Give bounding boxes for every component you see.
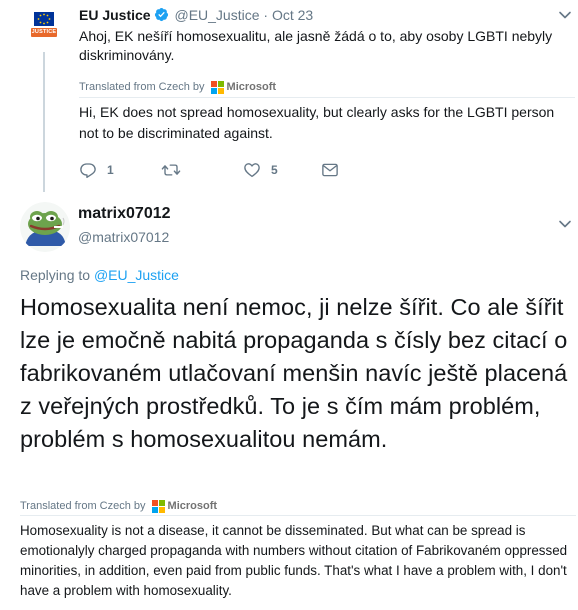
eu-flag-logo-icon bbox=[24, 6, 64, 46]
translation-divider bbox=[20, 515, 576, 516]
translation-attribution: Translated from Czech by Microsoft bbox=[20, 499, 217, 513]
reply-count: 1 bbox=[107, 163, 114, 177]
pepe-frog-avatar-icon bbox=[20, 202, 70, 252]
tweet-translation: Hi, EK does not spread homosexuality, bu… bbox=[79, 104, 555, 141]
verified-badge-icon bbox=[154, 7, 168, 22]
dm-icon bbox=[322, 163, 338, 177]
translated-from-label: Translated from Czech by bbox=[79, 81, 205, 93]
author-handle[interactable]: @matrix07012 bbox=[78, 228, 169, 246]
author-name[interactable]: matrix07012 bbox=[78, 204, 171, 224]
author-handle[interactable]: @EU_Justice bbox=[174, 7, 259, 23]
eu-justice-avatar[interactable]: JUSTICE bbox=[24, 6, 64, 46]
like-count: 5 bbox=[271, 163, 278, 177]
microsoft-logo-icon bbox=[210, 80, 224, 94]
author-name[interactable]: EU Justice bbox=[79, 7, 151, 23]
avatar-justice-label: JUSTICE bbox=[31, 29, 57, 35]
tweet-text: Ahoj, EK nešíří homosexualitu, ale jasně… bbox=[79, 28, 553, 63]
chevron-down-icon[interactable] bbox=[558, 217, 572, 231]
matrix07012-avatar[interactable] bbox=[20, 202, 70, 252]
translator-name: Microsoft bbox=[226, 81, 277, 93]
tweet-actions: 1 5 bbox=[79, 161, 379, 181]
thread-line bbox=[43, 52, 45, 192]
parent-tweet-header: EU Justice @EU_Justice · Oct 23 bbox=[79, 6, 313, 24]
tweet-text: Homosexualita není nemoc, ji nelze šířit… bbox=[20, 294, 568, 452]
reply-icon bbox=[80, 163, 96, 179]
tweet-translation: Homosexuality is not a disease, it canno… bbox=[20, 523, 568, 598]
translation-divider bbox=[79, 97, 575, 98]
translated-from-label: Translated from Czech by bbox=[20, 500, 146, 512]
replying-to-label: Replying to bbox=[20, 267, 94, 283]
reply-button[interactable]: 1 bbox=[79, 161, 114, 179]
separator-dot: · bbox=[263, 7, 269, 23]
like-icon bbox=[244, 163, 260, 178]
replying-to: Replying to @EU_Justice bbox=[20, 266, 179, 284]
translation-attribution: Translated from Czech by Microsoft bbox=[79, 80, 276, 94]
dm-button[interactable] bbox=[321, 161, 339, 179]
chevron-down-icon[interactable] bbox=[558, 8, 572, 22]
tweet-time[interactable]: Oct 23 bbox=[272, 7, 313, 23]
replying-to-link[interactable]: @EU_Justice bbox=[94, 267, 179, 283]
like-button[interactable]: 5 bbox=[243, 161, 278, 179]
retweet-icon bbox=[161, 164, 181, 176]
microsoft-logo-icon bbox=[151, 499, 165, 513]
translator-name: Microsoft bbox=[167, 500, 218, 512]
parent-tweet[interactable]: JUSTICE EU Justice @EU_Justice · Oct 23 … bbox=[0, 0, 578, 192]
retweet-button[interactable] bbox=[161, 161, 191, 179]
